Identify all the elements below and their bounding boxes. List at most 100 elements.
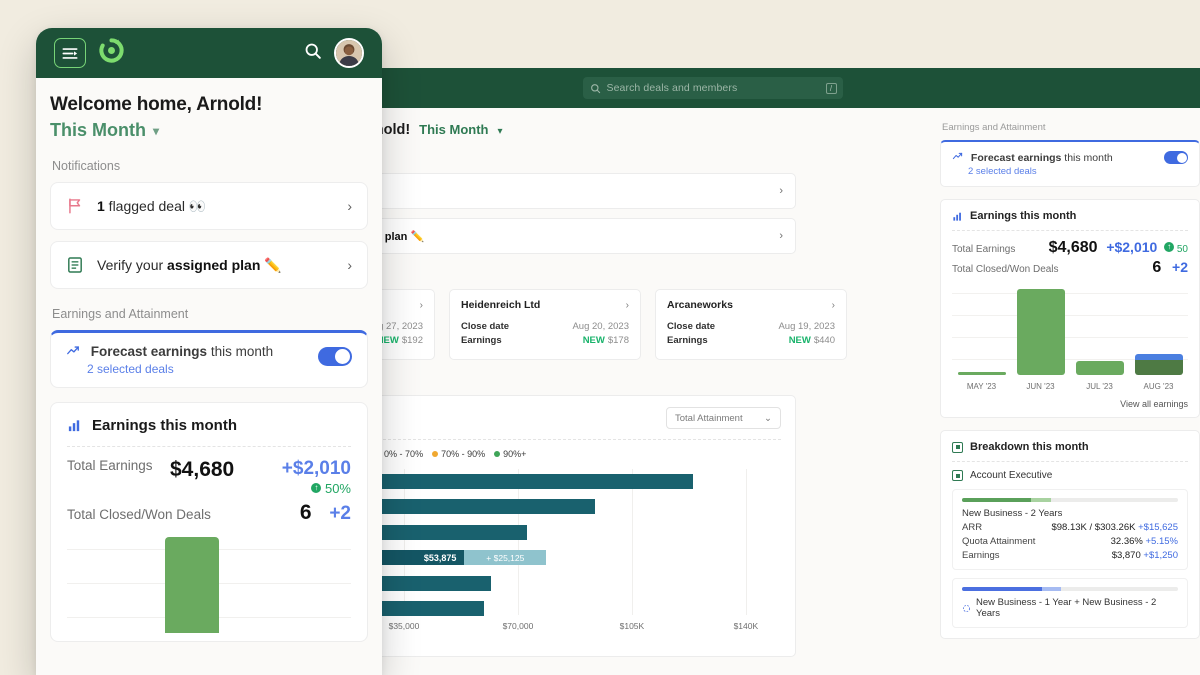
chevron-right-icon[interactable]: › <box>779 230 783 242</box>
legend-label: 90%+ <box>503 449 526 459</box>
mobile-earnings-card: Earnings this month Total Earnings $4,68… <box>50 402 368 642</box>
mobile-earnings-section-label: Earnings and Attainment <box>52 307 368 321</box>
chevron-right-icon[interactable]: › <box>347 257 352 273</box>
eyes-emoji: 👀 <box>189 198 206 214</box>
period-selector-label[interactable]: This Month <box>419 122 488 137</box>
forecast-toggle[interactable] <box>1164 151 1188 164</box>
mobile-period-label: This Month <box>50 120 146 141</box>
mobile-notification-text: 1 flagged deal 👀 <box>97 198 206 215</box>
bar-chart-icon <box>67 418 82 433</box>
month-bar-group[interactable] <box>958 372 1006 375</box>
plan-metric-row: Earnings $3,870 +$1,250 <box>962 550 1178 561</box>
legend-label: 0% - 70% <box>384 449 423 459</box>
mobile-notification-verify-plan[interactable]: Verify your assigned plan ✏️ › <box>50 241 368 289</box>
breakdown-title: Breakdown this month <box>952 441 1188 453</box>
search-icon <box>590 83 601 94</box>
breakdown-icon <box>952 442 963 453</box>
forecast-earnings-card[interactable]: Forecast earnings this month 2 selected … <box>940 140 1200 187</box>
mobile-closed-won-row: Total Closed/Won Deals 6 +2 <box>67 501 351 525</box>
chevron-right-icon[interactable]: › <box>626 300 629 311</box>
plan-block[interactable]: New Business - 2 Years ARR$98.13K / $303… <box>952 489 1188 570</box>
screenshot-root: Search deals and members / Welcome home,… <box>0 0 1200 675</box>
plan-progress-bar <box>962 498 1178 502</box>
mobile-notifications-label: Notifications <box>52 159 368 173</box>
view-all-earnings-link[interactable]: View all earnings <box>952 399 1188 409</box>
pencil-emoji: ✏️ <box>264 257 281 273</box>
bar-chart-icon <box>952 211 963 222</box>
total-earnings-value: $4,680 <box>170 458 234 482</box>
month-label: JUN '23 <box>1017 382 1065 391</box>
month-bar <box>1017 289 1065 375</box>
mobile-greeting: Welcome home, Arnold! <box>50 94 368 116</box>
mobile-body: Welcome home, Arnold! This Month ▾ Notif… <box>36 78 382 642</box>
hamburger-icon[interactable] <box>54 38 86 68</box>
plan-metric-row: ARR$98.13K / $303.26K +$15,625 <box>962 522 1178 533</box>
plan-progress-bar <box>962 587 1178 591</box>
legend-item-0-70: 0% - 70% <box>375 449 423 459</box>
metric-delta: +$15,625 <box>1138 522 1178 533</box>
month-bar-group[interactable] <box>1135 354 1183 375</box>
user-avatar[interactable] <box>334 38 364 68</box>
rail-section-label: Earnings and Attainment <box>942 122 1200 133</box>
new-badge: NEW <box>789 335 811 346</box>
trend-up-icon <box>66 344 80 358</box>
earnings-value: $178 <box>608 335 629 346</box>
month-bar-group[interactable] <box>1017 289 1065 375</box>
mobile-total-earnings-row: Total Earnings $4,680 +$2,010 50% <box>67 458 351 496</box>
mobile-forecast-subtitle[interactable]: 2 selected deals <box>87 362 273 376</box>
search-icon[interactable] <box>304 42 322 65</box>
total-earnings-delta: +$2,010 <box>1106 239 1157 255</box>
chevron-right-icon[interactable]: › <box>420 300 423 311</box>
closed-won-value: 6 <box>300 501 312 524</box>
search-bar[interactable]: Search deals and members / <box>583 77 843 99</box>
total-earnings-pct: 50% <box>282 481 351 496</box>
metric-delta: +5.15% <box>1146 536 1179 547</box>
forecast-subtitle[interactable]: 2 selected deals <box>968 166 1113 177</box>
monthly-labels: MAY '23JUN '23JUL '23AUG '23 <box>952 382 1188 391</box>
attainment-filter-select[interactable]: Total Attainment ⌄ <box>666 407 781 429</box>
mobile-forecast-toggle[interactable] <box>318 347 352 366</box>
search-placeholder: Search deals and members <box>607 82 738 94</box>
month-bar <box>1135 360 1183 375</box>
bar-value-label: $53,875 <box>424 553 457 563</box>
row-label: Total Earnings <box>67 458 162 475</box>
metric-delta: +$1,250 <box>1143 550 1178 561</box>
metric-value: $3,870 <box>1112 550 1141 561</box>
trend-up-icon <box>952 151 963 162</box>
role-row: Account Executive <box>952 470 1188 481</box>
mobile-forecast-card[interactable]: Forecast earnings this month 2 selected … <box>50 330 368 388</box>
x-tick-label: $35,000 <box>389 621 420 631</box>
chevron-right-icon[interactable]: › <box>779 185 783 197</box>
mobile-notification-flagged-deal[interactable]: 1 flagged deal 👀 › <box>50 182 368 230</box>
month-bar-group[interactable] <box>1076 361 1124 375</box>
plan-metric-row: Quota Attainment32.36% +5.15% <box>962 536 1178 547</box>
search-shortcut-badge: / <box>826 83 837 94</box>
legend-swatch <box>432 451 438 457</box>
plan-block[interactable]: New Business - 1 Year + New Business - 2… <box>952 578 1188 628</box>
new-badge: NEW <box>583 335 605 346</box>
earnings-label: Earnings <box>667 335 708 346</box>
deal-card[interactable]: Heidenreich Ltd› Close dateAug 20, 2023 … <box>449 289 641 360</box>
chevron-down-icon[interactable]: ▾ <box>498 126 503 137</box>
brand-logo-icon[interactable] <box>98 37 125 69</box>
mobile-header <box>36 28 382 78</box>
mobile-period-selector[interactable]: This Month ▾ <box>50 120 368 141</box>
pencil-emoji: ✏️ <box>410 231 424 243</box>
plan-name: New Business - 2 Years <box>962 508 1178 519</box>
month-label: AUG '23 <box>1135 382 1183 391</box>
metric-label: Earnings <box>962 550 1000 561</box>
plan-name: New Business - 1 Year + New Business - 2… <box>976 597 1178 619</box>
desktop-right-rail: Earnings and Attainment Forecast earning… <box>940 122 1200 675</box>
earnings-value: $440 <box>814 335 835 346</box>
role-label: Account Executive <box>970 470 1052 481</box>
mobile-notification-text: Verify your assigned plan ✏️ <box>97 257 282 274</box>
x-tick-label: $70,000 <box>503 621 534 631</box>
chevron-right-icon[interactable]: › <box>832 300 835 311</box>
deal-card[interactable]: Arcaneworks› Close dateAug 19, 2023 Earn… <box>655 289 847 360</box>
chevron-right-icon[interactable]: › <box>347 198 352 214</box>
row-label: Total Closed/Won Deals <box>952 264 1059 275</box>
month-label: MAY '23 <box>958 382 1006 391</box>
close-date-label: Close date <box>667 321 715 332</box>
legend-label: 70% - 90% <box>441 449 485 459</box>
total-earnings-delta: +$2,010 <box>282 458 351 479</box>
